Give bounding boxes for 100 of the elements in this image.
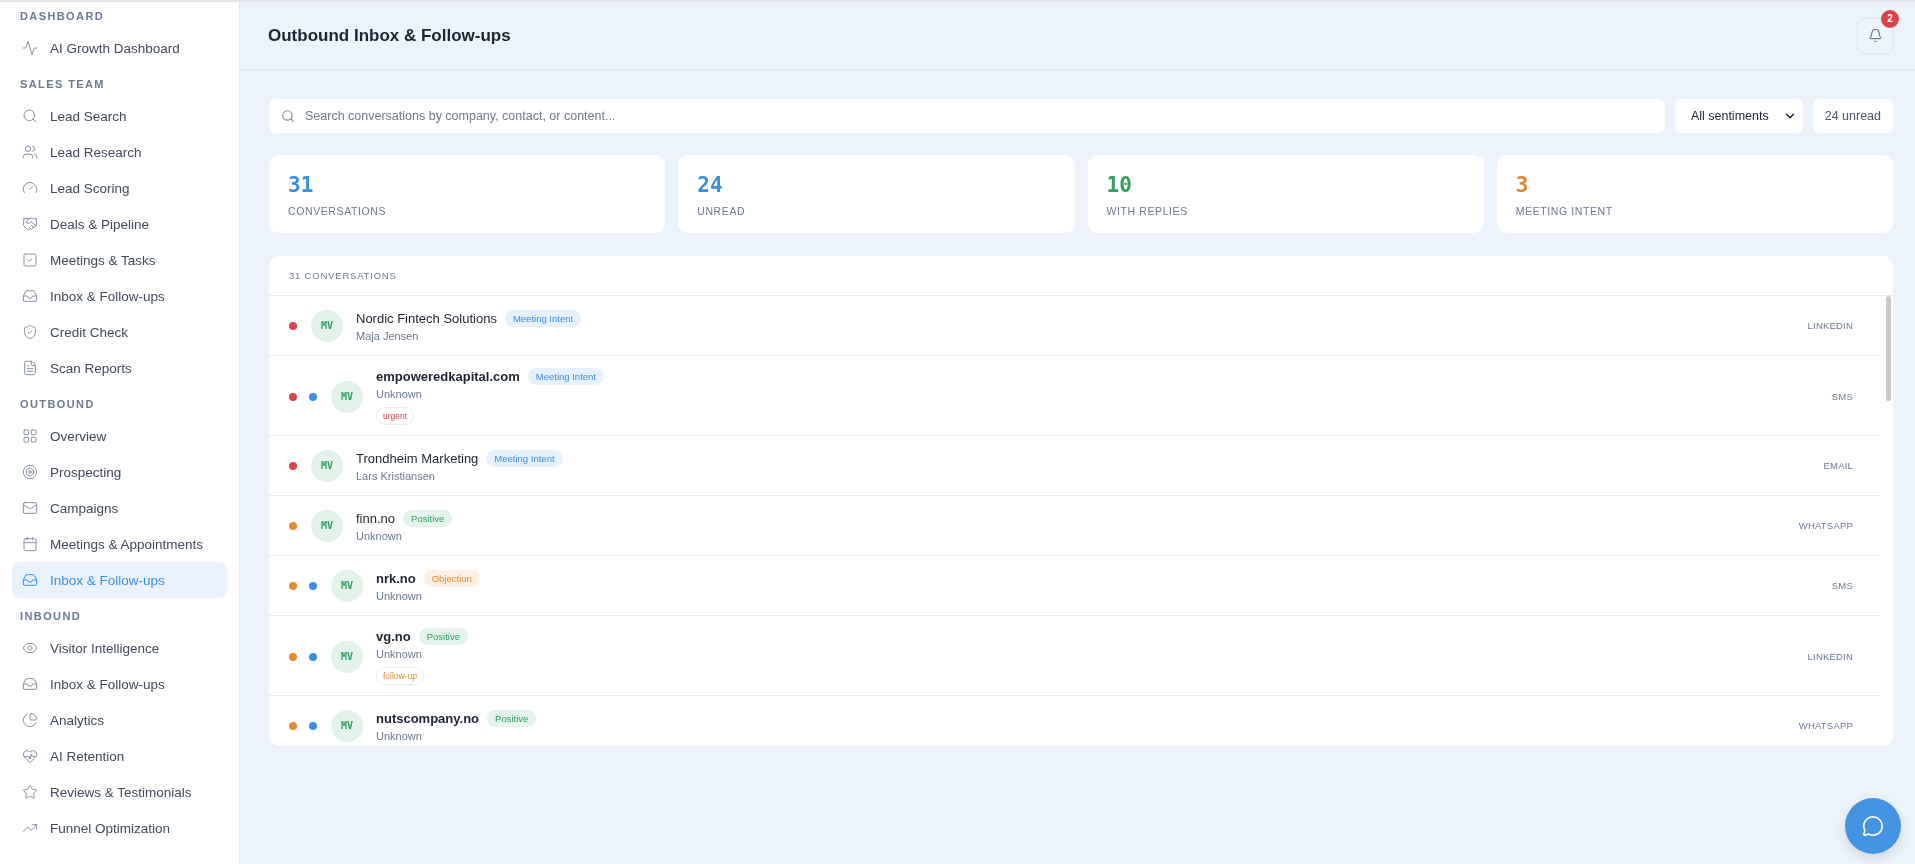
avatar: MV [331, 640, 363, 673]
sidebar-section-title: DASHBOARD [19, 9, 106, 24]
heart-pulse-icon [22, 748, 38, 764]
company-name: vg.no [376, 629, 411, 644]
sentiment-badge: Meeting Intent [486, 449, 563, 467]
search-field[interactable]: Search conversations by company, contact, or content... [269, 99, 1665, 133]
contact-name: Unknown [376, 388, 422, 400]
sidebar-item[interactable]: AI Retention [12, 738, 227, 774]
contact-name: Maja Jensen [356, 329, 419, 342]
page-title: Outbound Inbox & Follow-ups [268, 25, 511, 46]
gauge-icon [22, 180, 38, 196]
sidebar-item[interactable]: Meetings & Appointments [12, 526, 227, 562]
list-heading: 31 CONVERSATIONS [269, 256, 1893, 296]
notification-count: 2 [1881, 9, 1899, 28]
document-icon [22, 360, 38, 376]
avatar: MV [311, 449, 343, 482]
sidebar-item[interactable]: Funnel Optimization [12, 810, 227, 846]
sentiment-badge: Positive [418, 628, 468, 645]
sidebar-item[interactable]: Reviews & Testimonials [12, 774, 227, 810]
grid-icon [22, 428, 38, 444]
stat-value: 31 [288, 173, 315, 197]
shield-icon [22, 324, 38, 340]
sentiment-dropdown[interactable]: All sentiments [1674, 99, 1803, 133]
calendar-icon [22, 536, 38, 552]
sidebar-item[interactable]: Credit Check [12, 314, 227, 350]
conversation-row[interactable]: MV empoweredkapital.com Meeting Intent Unknown urgent SMS [269, 356, 1881, 436]
conversation-row[interactable]: MV finn.no Positive Unknown WHATSAPP [269, 496, 1881, 556]
stat-label: CONVERSATIONS [288, 205, 388, 217]
contact-name: Unknown [376, 729, 422, 742]
sidebar-item[interactable]: AI Growth Dashboard [12, 30, 227, 66]
conversation-row[interactable]: MV vg.no Positive Unknown follow-up LINKEDIN [269, 616, 1881, 696]
stat-label: UNREAD [697, 205, 747, 217]
scrollbar-thumb[interactable] [1886, 296, 1891, 401]
checkbox-icon [22, 252, 38, 268]
stat-label: WITH REPLIES [1106, 205, 1189, 217]
sidebar-item[interactable]: Deals & Pipeline [12, 206, 227, 242]
chat-button[interactable] [1845, 798, 1901, 854]
company-name: Trondheim Marketing [356, 450, 479, 466]
stat-label: MEETING INTENT [1515, 205, 1614, 217]
avatar: MV [311, 509, 343, 542]
avatar: MV [311, 309, 343, 342]
stat-value: 10 [1106, 173, 1133, 197]
contact-name: Unknown [376, 589, 422, 602]
contact-name: Unknown [376, 648, 422, 660]
pie-chart-icon [22, 712, 38, 728]
sidebar-item[interactable]: Lead Research [12, 134, 227, 170]
avatar: MV [331, 709, 363, 742]
company-name: nutscompany.no [376, 710, 480, 726]
sidebar-item[interactable]: Campaigns [12, 490, 227, 526]
avatar: MV [331, 380, 363, 413]
channel-label: LINKEDIN [1807, 320, 1853, 331]
company-name: Nordic Fintech Solutions [356, 310, 497, 326]
inbox-icon [22, 288, 38, 304]
channel-label: WHATSAPP [1798, 520, 1853, 531]
channel-label: SMS [1831, 391, 1853, 402]
sentiment-badge: Positive [403, 509, 453, 527]
inbox-icon [22, 676, 38, 692]
sentiment-badge: Meeting Intent [527, 368, 604, 385]
channel-label: WHATSAPP [1798, 720, 1853, 731]
sentiment-badge: Positive [487, 709, 537, 727]
sidebar-item[interactable]: Analytics [12, 702, 227, 738]
company-name: empoweredkapital.com [376, 369, 520, 384]
conversation-row[interactable]: MV nutscompany.no Positive Unknown WHATSAPP [269, 696, 1881, 746]
sidebar-section-title: SALES TEAM [19, 77, 106, 92]
company-name: finn.no [356, 510, 396, 526]
stat-value: 24 [697, 173, 724, 197]
sidebar-item[interactable]: Inbox & Follow-ups [12, 666, 227, 702]
conversation-row[interactable]: MV Nordic Fintech Solutions Meeting Intent Maja Jensen LINKEDIN [269, 296, 1881, 356]
sidebar-item[interactable]: Lead Search [12, 98, 227, 134]
channel-label: EMAIL [1823, 460, 1853, 471]
stat-value: 3 [1515, 173, 1530, 197]
sidebar-item[interactable]: Lead Scoring [12, 170, 227, 206]
eye-icon [22, 640, 38, 656]
sidebar-item[interactable]: Scan Reports [12, 350, 227, 386]
sidebar-item[interactable]: Overview [12, 418, 227, 454]
activity-icon [22, 40, 38, 56]
chat-bubble-icon [1862, 815, 1884, 837]
sidebar-item[interactable]: Prospecting [12, 454, 227, 490]
star-icon [22, 784, 38, 800]
avatar: MV [331, 569, 363, 602]
search-icon [22, 108, 38, 124]
conversation-row[interactable]: MV Trondheim Marketing Meeting Intent Lars Kristiansen EMAIL [269, 436, 1881, 496]
target-icon [22, 464, 38, 480]
handshake-icon [22, 216, 38, 232]
sidebar-section-title: OUTBOUND [19, 397, 96, 412]
sidebar-item[interactable]: Inbox & Follow-ups [12, 278, 227, 314]
search-icon [281, 109, 295, 123]
contact-name: Lars Kristiansen [356, 469, 435, 482]
sidebar-item[interactable]: Meetings & Tasks [12, 242, 227, 278]
sentiment-badge: Meeting Intent [504, 309, 582, 327]
bell-icon [1867, 28, 1883, 43]
company-name: nrk.no [376, 570, 416, 586]
unread-count: 24 unread [1812, 99, 1893, 133]
conversation-row[interactable]: MV nrk.no Objection Unknown SMS [269, 556, 1881, 616]
mail-icon [22, 500, 38, 516]
sidebar-section-title: INBOUND [19, 609, 83, 624]
sidebar-item[interactable]: Visitor Intelligence [12, 630, 227, 666]
channel-label: LINKEDIN [1807, 651, 1853, 662]
channel-label: SMS [1831, 580, 1853, 591]
sentiment-badge: Objection [423, 569, 480, 587]
